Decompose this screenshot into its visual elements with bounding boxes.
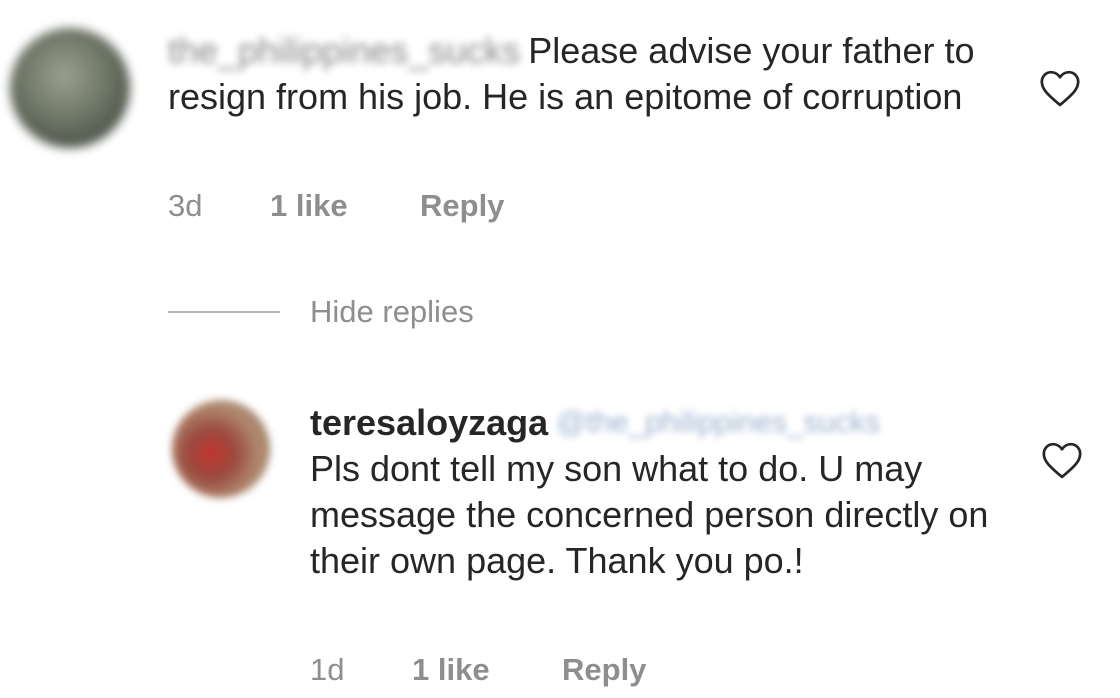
hide-replies-label[interactable]: Hide replies [310, 290, 474, 334]
avatar[interactable] [172, 400, 270, 498]
comment-like-count[interactable]: 1 like [270, 186, 420, 226]
hide-replies[interactable]: Hide replies [168, 290, 768, 334]
reply-button[interactable]: Reply [562, 650, 646, 690]
comment-username[interactable]: teresaloyzaga [310, 402, 548, 443]
comment-body: the_philippines_sucks Please advise your … [168, 28, 1008, 120]
replies-divider-line [168, 311, 280, 313]
comment-text: Pls dont tell my son what to do. U may m… [310, 448, 989, 581]
comment-username[interactable]: the_philippines_sucks [168, 28, 520, 74]
reply-comment: teresaloyzaga @the_philippines_sucks Pls … [0, 380, 1120, 698]
comment-body: teresaloyzaga @the_philippines_sucks Pls … [310, 400, 1030, 584]
comment-like-count[interactable]: 1 like [412, 650, 562, 690]
comment-timestamp[interactable]: 1d [310, 650, 412, 690]
comment-meta: 3d 1 like Reply [168, 186, 504, 226]
comment-timestamp[interactable]: 3d [168, 186, 270, 226]
reply-button[interactable]: Reply [420, 186, 504, 226]
comment-meta: 1d 1 like Reply [310, 650, 646, 690]
comment: the_philippines_sucks Please advise your … [0, 0, 1120, 260]
heart-outline-icon[interactable] [1038, 68, 1082, 108]
mention-link[interactable]: @the_philippines_sucks [556, 400, 880, 446]
avatar[interactable] [10, 28, 130, 148]
heart-outline-icon[interactable] [1040, 440, 1084, 480]
